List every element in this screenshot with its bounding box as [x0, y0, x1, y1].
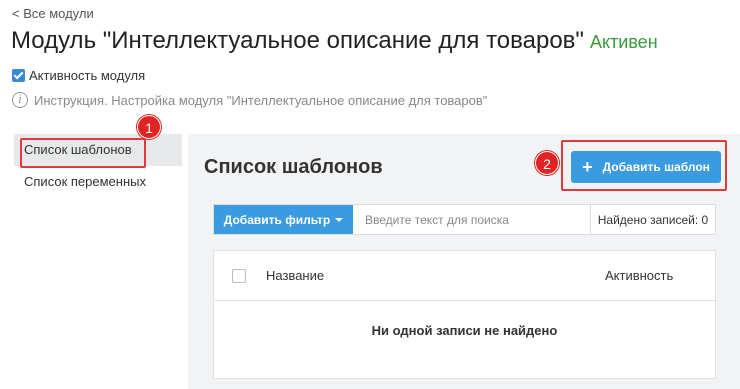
callout-badge-1: 1	[137, 115, 161, 139]
table-header: Название Активность	[214, 251, 715, 301]
add-filter-button[interactable]: Добавить фильтр	[214, 205, 353, 234]
instruction-row[interactable]: i Инструкция. Настройка модуля "Интеллек…	[12, 92, 487, 108]
templates-table: Название Активность Ни одной записи не н…	[213, 250, 716, 379]
page-title: Модуль "Интеллектуальное описание для то…	[11, 27, 658, 55]
filter-bar: Добавить фильтр Найдено записей: 0	[213, 204, 716, 235]
add-filter-label: Добавить фильтр	[223, 212, 331, 227]
select-all-checkbox[interactable]	[232, 268, 246, 283]
back-to-modules-link[interactable]: < Все модули	[12, 6, 94, 21]
page-title-text: Модуль "Интеллектуальное описание для то…	[11, 27, 584, 54]
column-header-name[interactable]: Название	[266, 268, 605, 283]
search-input[interactable]	[353, 205, 590, 234]
callout-highlight-templates	[20, 138, 146, 168]
callout-badge-2: 2	[535, 151, 559, 175]
info-icon: i	[12, 92, 28, 108]
instruction-link[interactable]: Инструкция. Настройка модуля "Интеллекту…	[34, 93, 487, 108]
module-activity-row[interactable]: Активность модуля	[12, 68, 145, 83]
caret-down-icon	[335, 217, 344, 222]
column-header-activity[interactable]: Активность	[605, 268, 715, 283]
sidebar-item-variables[interactable]: Список переменных	[14, 166, 182, 198]
module-activity-checkbox[interactable]	[12, 69, 25, 82]
records-count: Найдено записей: 0	[590, 205, 715, 234]
empty-table-message: Ни одной записи не найдено	[371, 322, 558, 338]
module-activity-label[interactable]: Активность модуля	[29, 68, 145, 83]
callout-highlight-add-button	[561, 140, 727, 191]
main-title: Список шаблонов	[204, 156, 383, 178]
status-badge: Активен	[589, 32, 658, 52]
